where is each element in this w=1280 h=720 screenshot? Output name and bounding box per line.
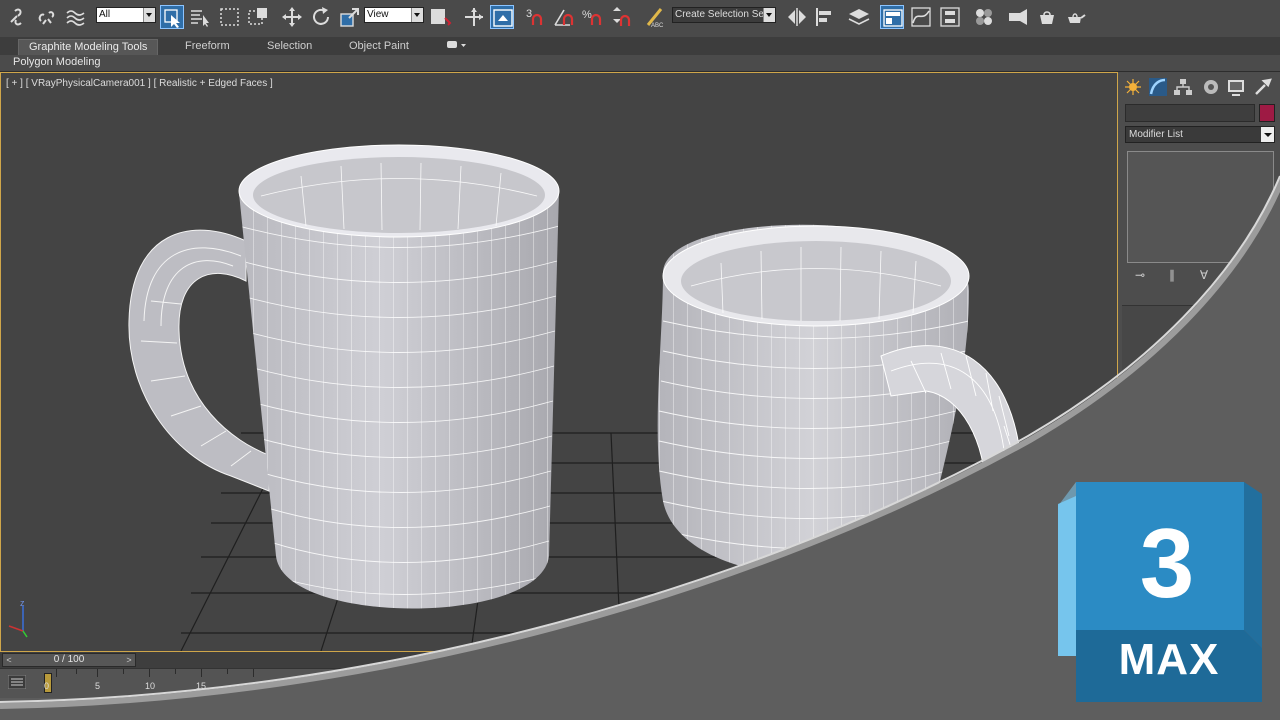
- edit-named-selection-icon[interactable]: ABC: [643, 5, 667, 29]
- 3dsmax-window: All View 3 % ABC Create Selection Se Gra…: [0, 0, 1280, 720]
- tab-freeform[interactable]: Freeform: [185, 39, 230, 54]
- 3ds-max-logo: 3 MAX: [1054, 480, 1264, 702]
- modifier-stack[interactable]: [1127, 151, 1274, 263]
- render-setup-icon[interactable]: [1006, 5, 1030, 29]
- svg-text:%: %: [582, 9, 592, 21]
- tick: [253, 669, 254, 677]
- modifier-list-label: Modifier List: [1129, 129, 1183, 140]
- select-by-name-icon[interactable]: [188, 5, 212, 29]
- material-editor-icon[interactable]: [972, 5, 996, 29]
- rotate-icon[interactable]: [309, 5, 333, 29]
- next-frame-button[interactable]: >: [124, 654, 134, 666]
- perspective-viewport[interactable]: z [ + ] [ VRayPhysicalCamera001 ] [ Real…: [0, 72, 1118, 652]
- main-toolbar: All View 3 % ABC Create Selection Se: [0, 0, 1280, 38]
- tick-label: 0: [44, 681, 50, 691]
- axis-gizmo: z: [8, 598, 28, 638]
- selection-filter-value: All: [99, 9, 111, 20]
- render-production-icon[interactable]: [1064, 5, 1088, 29]
- select-object-icon[interactable]: [160, 5, 184, 29]
- window-crossing-icon[interactable]: [246, 5, 270, 29]
- utilities-icon[interactable]: [1252, 77, 1272, 97]
- svg-text:3: 3: [526, 8, 532, 20]
- mug-right-body: [657, 224, 970, 576]
- logo-number: 3: [1139, 508, 1195, 618]
- ribbon-options-icon[interactable]: [446, 40, 468, 55]
- rendered-frame-window-icon[interactable]: [1035, 5, 1059, 29]
- mirror-icon[interactable]: [785, 5, 809, 29]
- tick-label: 20: [248, 681, 259, 691]
- motion-icon[interactable]: [1201, 77, 1221, 97]
- mug-left-body: [238, 144, 560, 609]
- schematic-view-icon[interactable]: [938, 5, 962, 29]
- parameters-rollout: [1122, 305, 1272, 396]
- polygon-modeling-panel[interactable]: Polygon Modeling: [13, 56, 100, 68]
- time-slider[interactable]: < 0 / 100 >: [2, 653, 136, 667]
- percent-snap-icon[interactable]: %: [581, 5, 605, 29]
- make-unique-icon[interactable]: ∀: [1194, 268, 1214, 284]
- tick: [227, 669, 228, 674]
- tab-object-paint[interactable]: Object Paint: [349, 39, 409, 54]
- axis-z-label: z: [20, 598, 25, 608]
- svg-text:ABC: ABC: [651, 23, 664, 29]
- time-slider-label: 0 / 100: [53, 654, 85, 665]
- graphite-modeling-toggle-icon[interactable]: [880, 5, 904, 29]
- tick: [97, 669, 98, 677]
- tick: [201, 669, 202, 677]
- pivot-center-icon[interactable]: [428, 5, 452, 29]
- tick-label: 5: [95, 681, 101, 691]
- track-bar[interactable]: 0 5 10 15 20: [0, 668, 1118, 699]
- keyboard-shortcut-override-icon[interactable]: [490, 5, 514, 29]
- tick: [175, 669, 176, 674]
- rectangular-selection-icon[interactable]: [218, 5, 242, 29]
- tick-label: 10: [145, 681, 156, 691]
- prev-frame-button[interactable]: <: [4, 654, 14, 666]
- scale-icon[interactable]: [338, 5, 362, 29]
- spinner-snap-icon[interactable]: [609, 5, 633, 29]
- create-icon[interactable]: [1123, 77, 1143, 97]
- angle-snap-icon[interactable]: [552, 5, 576, 29]
- tick: [149, 669, 150, 677]
- logo-text: MAX: [1118, 635, 1220, 684]
- unlink-selection-icon[interactable]: [35, 5, 59, 29]
- layer-manager-icon[interactable]: [847, 5, 871, 29]
- move-icon[interactable]: [280, 5, 304, 29]
- select-and-link-icon[interactable]: [6, 5, 30, 29]
- tick: [123, 669, 124, 674]
- tab-graphite-modeling-tools[interactable]: Graphite Modeling Tools: [18, 39, 159, 55]
- align-icon[interactable]: [813, 5, 837, 29]
- tick: [76, 669, 77, 674]
- tab-selection[interactable]: Selection: [267, 39, 312, 54]
- display-icon[interactable]: [1226, 77, 1246, 97]
- modifier-list-dropdown[interactable]: Modifier List: [1125, 126, 1275, 143]
- pin-stack-icon[interactable]: ⊸: [1130, 268, 1150, 284]
- snaps-toggle-icon[interactable]: 3: [524, 5, 548, 29]
- time-slider-bar: [0, 652, 1118, 668]
- ribbon-tabs: Graphite Modeling Tools Freeform Selecti…: [0, 37, 1280, 55]
- object-color-swatch[interactable]: [1259, 104, 1275, 122]
- modify-icon[interactable]: [1148, 77, 1168, 97]
- viewport-scene: z: [8, 144, 1071, 651]
- object-name-field[interactable]: [1125, 104, 1255, 122]
- hierarchy-icon[interactable]: [1173, 77, 1193, 97]
- ribbon-panel-bar: Polygon Modeling: [0, 55, 1280, 72]
- bind-to-space-warp-icon[interactable]: [64, 5, 88, 29]
- reference-coordinate-dropdown[interactable]: View: [364, 7, 424, 23]
- reference-coordinate-value: View: [367, 9, 389, 20]
- select-and-manipulate-icon[interactable]: [462, 5, 486, 29]
- viewport-label[interactable]: [ + ] [ VRayPhysicalCamera001 ] [ Realis…: [6, 78, 273, 89]
- show-end-result-icon[interactable]: ∥: [1162, 268, 1182, 284]
- curve-editor-icon[interactable]: [909, 5, 933, 29]
- mini-curve-editor-icon[interactable]: [7, 674, 27, 690]
- named-selection-set-dropdown[interactable]: Create Selection Se: [672, 7, 776, 23]
- selection-filter-dropdown[interactable]: All: [96, 7, 156, 23]
- tick-label: 15: [196, 681, 207, 691]
- named-selection-value: Create Selection Se: [675, 9, 764, 20]
- tick: [56, 669, 57, 677]
